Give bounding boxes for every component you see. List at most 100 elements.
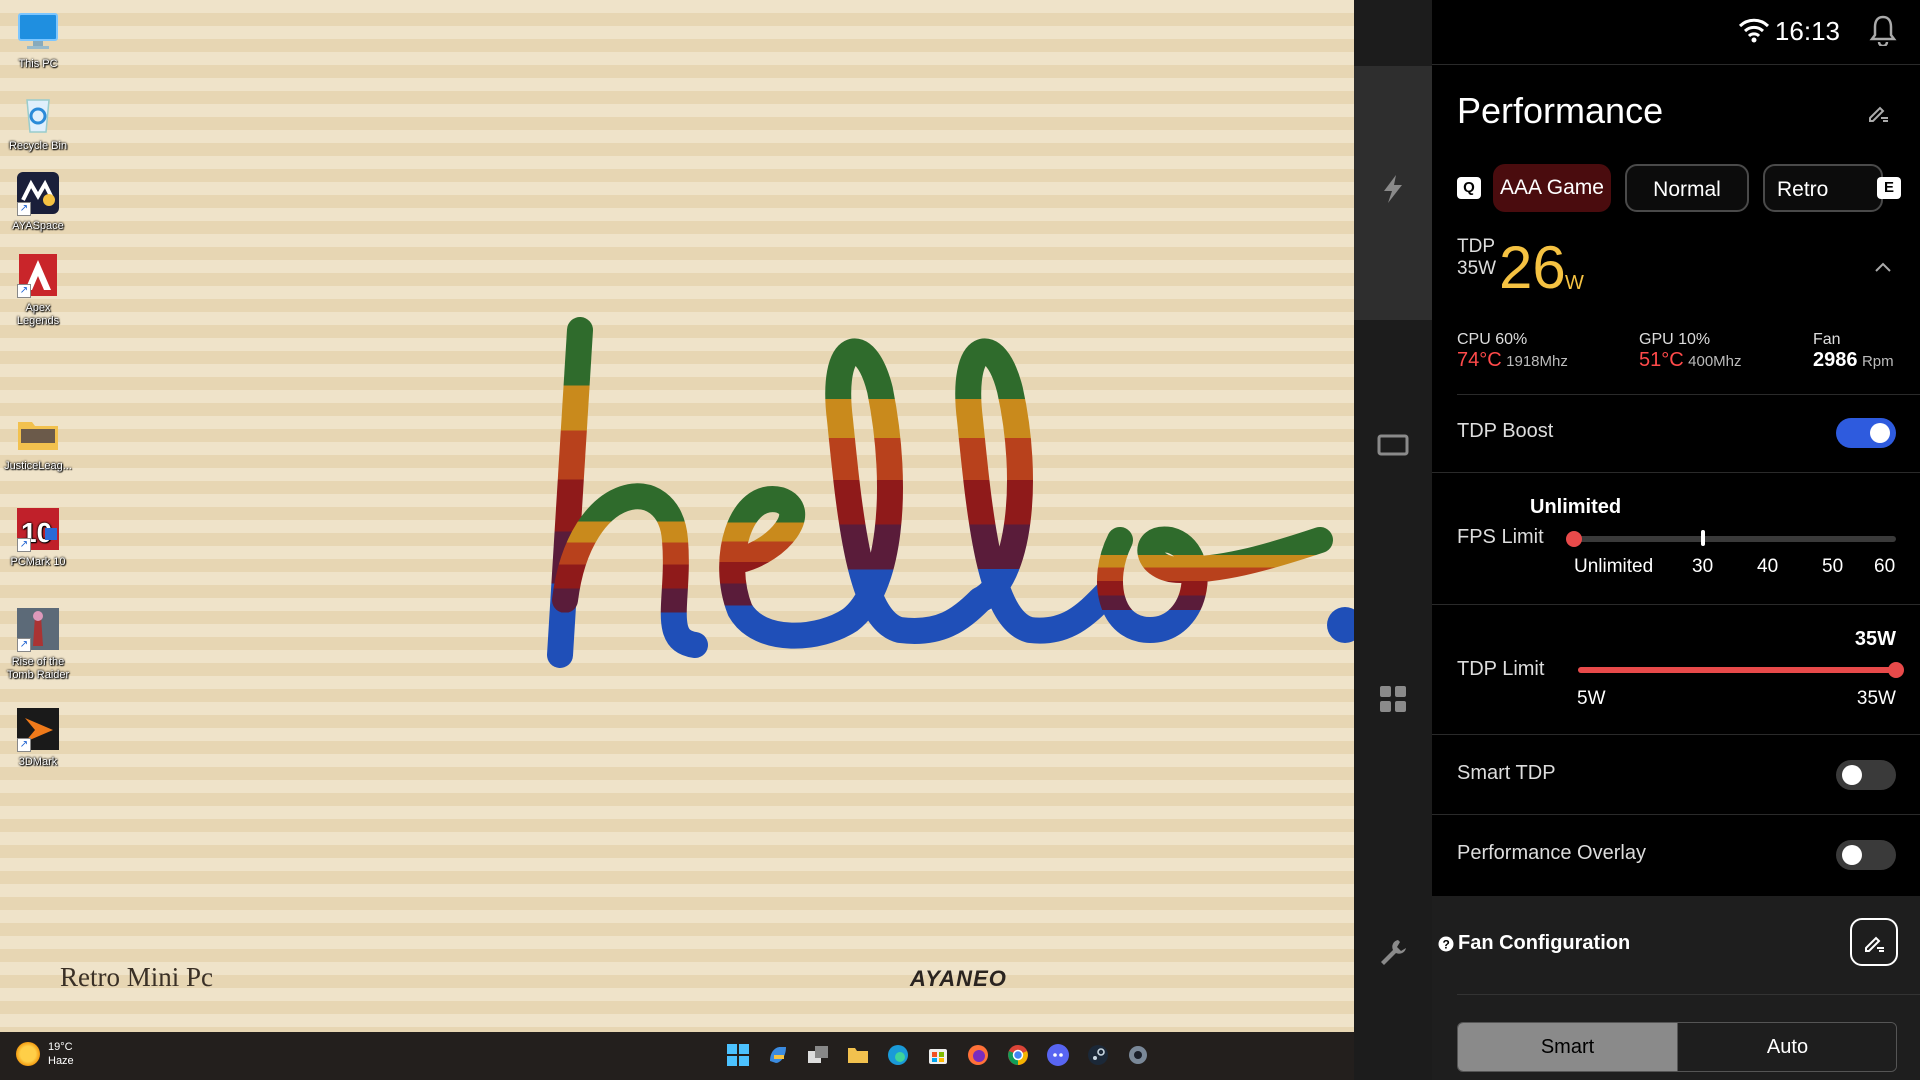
desktop-icon-apex-legends[interactable]: ↗ Apex Legends: [4, 252, 72, 328]
tdp-max-label: 35W: [1856, 688, 1896, 709]
shortcut-arrow-icon: ↗: [17, 538, 31, 552]
folder-icon: [15, 410, 61, 456]
3dmark-icon: ↗: [15, 706, 61, 752]
sidebar-item-tools[interactable]: [1376, 936, 1410, 970]
page-title: Performance: [1457, 90, 1664, 131]
cpu-stat: CPU 60% 74°C 1918Mhz: [1457, 330, 1568, 372]
fan-mode-smart[interactable]: Smart: [1458, 1023, 1677, 1071]
lightning-icon: [1384, 175, 1402, 203]
wallpaper-caption: Retro Mini Pc: [60, 962, 213, 992]
edge-button[interactable]: [885, 1042, 911, 1068]
fps-slider-tick: [1701, 530, 1705, 546]
gpu-freq: 400Mhz: [1688, 353, 1742, 370]
fps-slider-handle[interactable]: [1566, 531, 1582, 547]
fan-curve-edit-button[interactable]: [1850, 918, 1898, 966]
store-button[interactable]: [925, 1042, 951, 1068]
file-explorer-button[interactable]: [845, 1042, 871, 1068]
desktop: This PC Recycle Bin ↗ AYASpace ↗ Apex Le…: [0, 0, 1354, 1032]
pencil-list-icon: [1869, 106, 1888, 122]
ayaspace-icon: ↗: [15, 170, 61, 216]
desktop-icon-label: JusticeLeag...: [4, 460, 72, 472]
desktop-icon-tomb-raider[interactable]: ↗ Rise of the Tomb Raider: [4, 606, 72, 682]
fps-limit-slider[interactable]: [1574, 536, 1896, 542]
desktop-icon-3dmark[interactable]: ↗ 3DMark: [4, 706, 72, 769]
folder-icon: [848, 1048, 868, 1063]
weather-temp: 19°C: [48, 1041, 73, 1053]
e-key-hint: E: [1877, 177, 1901, 199]
desktop-icon-justice-league[interactable]: JusticeLeag...: [4, 410, 72, 473]
fan-configuration-label: Fan Configuration: [1458, 932, 1631, 954]
sidebar-item-display[interactable]: [1376, 428, 1410, 462]
desktop-icon-label: 3DMark: [18, 756, 58, 768]
tdp-limit-label: TDP Limit: [1457, 658, 1545, 680]
tdp-slider-handle[interactable]: [1888, 662, 1904, 678]
desktop-icon-label: Apex Legends: [16, 302, 60, 327]
copilot-icon: [770, 1047, 786, 1063]
task-view-button[interactable]: [805, 1042, 831, 1068]
desktop-icon-label: PCMark 10: [10, 556, 66, 568]
tdp-summary: TDP 35W 26 W: [1457, 236, 1584, 300]
clock: 16:13: [1774, 16, 1840, 46]
divider: [1457, 994, 1920, 995]
desktop-icon-ayaspace[interactable]: ↗ AYASpace: [4, 170, 72, 233]
tdp-boost-label: TDP Boost: [1457, 420, 1554, 442]
desktop-icon-pcmark[interactable]: 10 ↗ PCMark 10: [4, 506, 72, 569]
discord-icon: [1047, 1044, 1069, 1066]
discord-button[interactable]: [1045, 1042, 1071, 1068]
taskbar: 19°C Haze: [0, 1032, 1354, 1080]
cpu-freq: 1918Mhz: [1506, 353, 1568, 370]
store-icon: [929, 1049, 947, 1064]
wallpaper-hello: [547, 317, 1354, 668]
desktop-icon-label: This PC: [18, 58, 58, 70]
shortcut-arrow-icon: ↗: [17, 284, 31, 298]
fan-mode-auto[interactable]: Auto: [1677, 1023, 1896, 1071]
fps-tick-label: 50: [1822, 556, 1844, 577]
sun-haze-icon: [16, 1042, 40, 1066]
settings-button[interactable]: [1125, 1042, 1151, 1068]
wifi-icon[interactable]: [1738, 16, 1770, 49]
apex-legends-icon: ↗: [15, 252, 61, 298]
mode-aaa-game[interactable]: AAA Game: [1493, 164, 1611, 212]
collapse-button[interactable]: [1874, 256, 1892, 279]
cpu-load: 60%: [1495, 331, 1528, 348]
copilot-button[interactable]: [765, 1042, 791, 1068]
mode-normal-game[interactable]: Normal Game: [1625, 164, 1749, 212]
performance-overlay-toggle[interactable]: [1836, 840, 1896, 870]
cpu-temp: 74°C: [1457, 349, 1502, 371]
tdp-limit-slider[interactable]: [1578, 667, 1896, 673]
wrench-icon: [1381, 940, 1406, 965]
sidebar-item-performance[interactable]: [1376, 172, 1410, 206]
grid-icon: [1380, 686, 1406, 712]
desktop-icon-recycle-bin[interactable]: Recycle Bin: [4, 90, 72, 153]
tdp-boost-toggle[interactable]: [1836, 418, 1896, 448]
desktop-icon-this-pc[interactable]: This PC: [4, 8, 72, 71]
smart-tdp-toggle[interactable]: [1836, 760, 1896, 790]
start-button[interactable]: [725, 1042, 751, 1068]
desktop-icon-label: Rise of the Tomb Raider: [6, 656, 70, 681]
divider: [1457, 394, 1920, 395]
shortcut-arrow-icon: ↗: [17, 202, 31, 216]
fan-label: Fan: [1813, 331, 1841, 348]
sidebar-item-apps[interactable]: [1376, 682, 1410, 716]
firefox-button[interactable]: [965, 1042, 991, 1068]
divider: [1432, 472, 1920, 473]
weather-widget[interactable]: 19°C Haze: [16, 1040, 74, 1068]
help-icon[interactable]: ?: [1438, 936, 1454, 952]
gpu-temp: 51°C: [1639, 349, 1684, 371]
edit-profile-button[interactable]: [1866, 100, 1890, 130]
bell-icon[interactable]: [1868, 14, 1898, 51]
steam-button[interactable]: [1085, 1042, 1111, 1068]
task-view-icon: [808, 1046, 828, 1063]
tdp-max: 35W: [1457, 258, 1497, 279]
gpu-label: GPU: [1639, 331, 1674, 348]
mode-selector: Q AAA Game Normal Game Retro E: [1457, 164, 1920, 214]
divider: [1432, 604, 1920, 605]
toggle-knob: [1842, 765, 1862, 785]
fps-limit-current: Unlimited: [1530, 496, 1622, 518]
fps-tick-label: 60: [1874, 556, 1896, 577]
tdp-value: 26: [1499, 234, 1566, 301]
chevron-up-icon: [1875, 262, 1891, 272]
mode-retro[interactable]: Retro: [1763, 164, 1883, 212]
chrome-button[interactable]: [1005, 1042, 1031, 1068]
divider: [1432, 814, 1920, 815]
